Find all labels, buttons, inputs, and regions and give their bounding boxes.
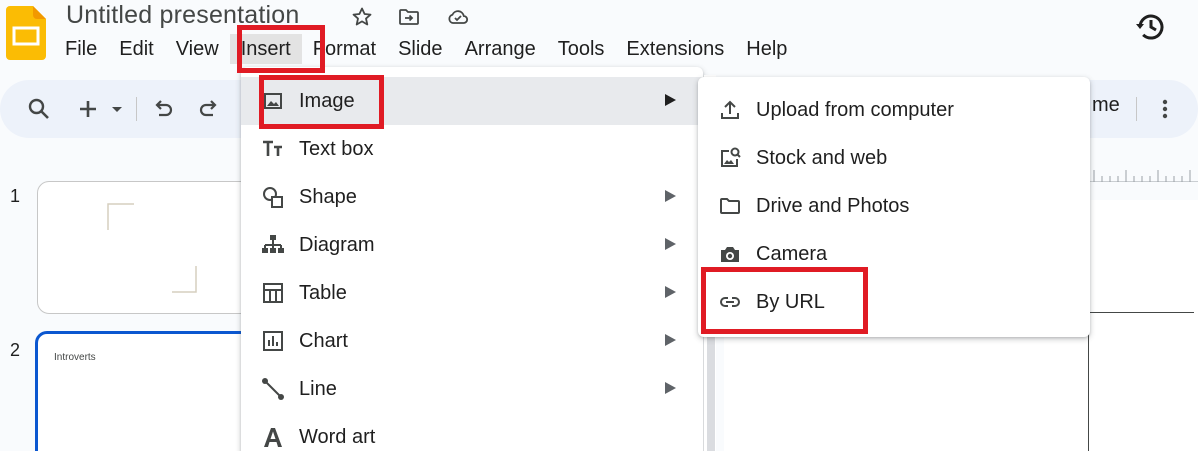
highlight-insert-menu [237, 25, 325, 73]
upload-from-computer-label: Upload from computer [756, 99, 954, 121]
insert-line-label: Line [299, 378, 337, 400]
stock-and-web-label: Stock and web [756, 147, 888, 169]
slide-thumbnail-1[interactable] [37, 181, 257, 314]
shape-icon [263, 187, 283, 208]
drive-and-photos-label: Drive and Photos [756, 195, 910, 217]
chart-icon [263, 331, 283, 351]
text-box-icon [263, 140, 282, 156]
upload-icon [721, 100, 739, 119]
menu-tools[interactable]: Tools [547, 34, 616, 64]
insert-shape-label: Shape [299, 186, 357, 208]
search-icon[interactable] [26, 96, 52, 122]
upload-from-computer-item[interactable]: Upload from computer [698, 86, 1090, 134]
insert-chart-label: Chart [299, 330, 348, 352]
insert-table-label: Table [299, 282, 347, 304]
menu-bar: File Edit View Insert Format Slide Arran… [54, 34, 798, 64]
image-search-icon [721, 147, 741, 167]
slide-thumbnail-title: Introverts [54, 352, 96, 363]
submenu-arrow-icon [665, 382, 676, 394]
toolbar-theme-button-partial[interactable]: me [1092, 94, 1120, 117]
slides-app: Untitled presentation File Edit View Ins… [0, 0, 1198, 451]
stock-and-web-item[interactable]: Stock and web [698, 134, 1090, 182]
menu-slide[interactable]: Slide [387, 34, 453, 64]
insert-diagram-label: Diagram [299, 234, 375, 256]
submenu-arrow-icon [665, 286, 676, 298]
more-vert-icon[interactable] [1152, 96, 1178, 122]
insert-text-box-item[interactable]: Text box [241, 125, 703, 173]
version-history-icon[interactable] [1134, 10, 1168, 44]
move-to-folder-icon[interactable] [397, 5, 421, 29]
slide-page[interactable] [1088, 312, 1194, 451]
slide-number: 1 [10, 186, 21, 206]
line-icon [262, 378, 284, 400]
insert-chart-item[interactable]: Chart [241, 317, 703, 365]
highlight-by-url-item [701, 267, 868, 334]
insert-shape-item[interactable]: Shape [241, 173, 703, 221]
dropdown-arrow-icon[interactable] [107, 96, 127, 122]
insert-word-art-item[interactable]: Word art [241, 413, 703, 451]
camera-label: Camera [756, 243, 828, 265]
slide-thumbnail-2[interactable]: Introverts [35, 331, 259, 451]
insert-diagram-item[interactable]: Diagram [241, 221, 703, 269]
undo-icon[interactable] [150, 96, 176, 122]
highlight-image-item [259, 75, 384, 129]
insert-line-item[interactable]: Line [241, 365, 703, 413]
placeholder-corners [107, 203, 197, 293]
new-slide-icon[interactable] [75, 96, 101, 122]
submenu-arrow-icon [665, 190, 676, 202]
insert-word-art-label: Word art [299, 426, 376, 448]
cloud-saved-icon[interactable] [446, 5, 470, 29]
menu-edit[interactable]: Edit [108, 34, 164, 64]
insert-table-item[interactable]: Table [241, 269, 703, 317]
slides-logo-icon[interactable] [6, 6, 46, 60]
folder-icon [720, 198, 740, 214]
camera-icon [721, 247, 739, 262]
menu-view[interactable]: View [165, 34, 230, 64]
menu-help[interactable]: Help [735, 34, 798, 64]
toolbar-divider [1136, 97, 1137, 121]
menu-arrange[interactable]: Arrange [454, 34, 547, 64]
diagram-icon [262, 235, 284, 253]
redo-icon[interactable] [196, 96, 222, 122]
slide-number: 2 [10, 340, 21, 360]
star-icon[interactable] [350, 5, 374, 29]
drive-and-photos-item[interactable]: Drive and Photos [698, 182, 1090, 230]
table-icon [263, 283, 283, 303]
word-art-icon [264, 428, 282, 447]
submenu-arrow-icon [665, 334, 676, 346]
submenu-arrow-icon [665, 94, 676, 106]
menu-extensions[interactable]: Extensions [615, 34, 735, 64]
horizontal-ruler [1090, 170, 1198, 182]
insert-text-box-label: Text box [299, 138, 374, 160]
toolbar-divider [136, 97, 137, 121]
menu-file[interactable]: File [54, 34, 108, 64]
submenu-arrow-icon [665, 238, 676, 250]
